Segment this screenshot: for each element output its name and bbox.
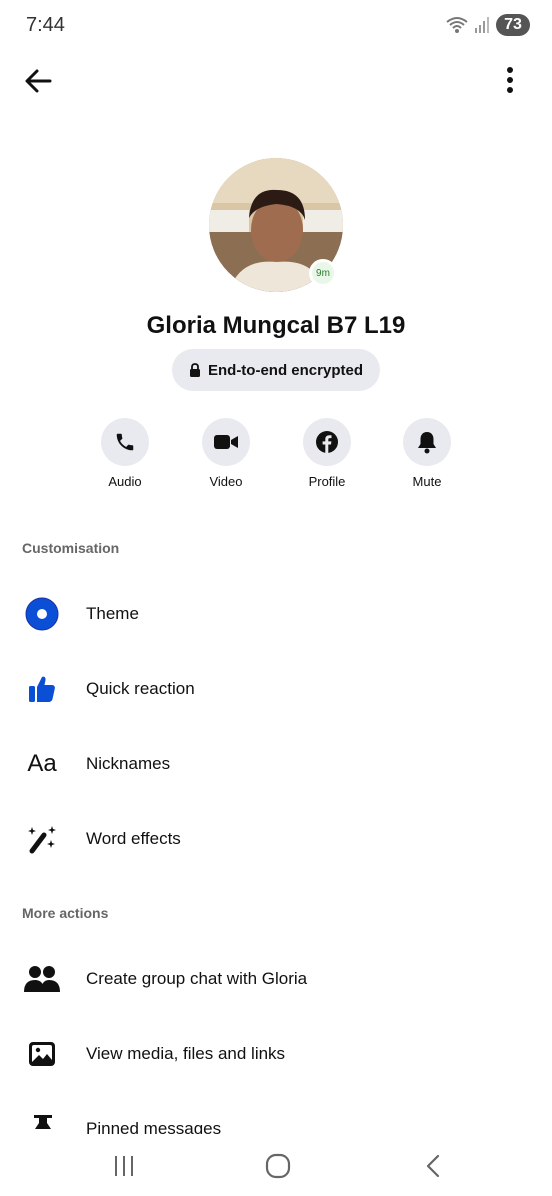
thumbs-up-icon [29,676,55,702]
back-button[interactable] [20,63,56,99]
status-icons: 73 [446,14,530,36]
mute-circle [403,418,451,466]
profile-label: Profile [308,474,346,489]
view-media-icon-wrap [22,1036,62,1072]
menu-item-word-effects[interactable]: Word effects [0,809,552,869]
contact-name: Gloria Mungcal B7 L19 [146,312,406,339]
theme-label: Theme [86,604,139,623]
battery-level: 73 [496,14,530,36]
encryption-label: End-to-end encrypted [207,361,363,379]
nicknames-label: Nicknames [86,754,171,773]
video-camera-icon [214,435,238,449]
recent-apps-button[interactable] [104,1150,144,1182]
mute-label: Mute [412,474,442,489]
quick-reaction-icon-wrap [22,671,62,707]
video-label: Video [209,474,243,489]
image-icon [29,1042,55,1066]
bell-icon [418,432,436,454]
word-effects-label: Word effects [86,829,181,848]
facebook-icon [316,431,338,453]
word-effects-icon-wrap [22,821,62,857]
create-group-label: Create group chat with Gloria [86,969,308,988]
encryption-pill[interactable]: End-to-end encrypted [172,349,380,391]
signal-icon [475,17,489,33]
top-bar [0,55,552,107]
system-nav-bar [0,1136,552,1196]
menu-item-pinned-messages[interactable]: Pinned messages [0,1110,552,1134]
status-time: 7:44 [26,14,65,36]
view-media-label: View media, files and links [86,1044,286,1063]
mute-button[interactable]: Mute [377,418,477,489]
status-bar: 7:44 73 [0,0,552,52]
more-vertical-icon [507,67,513,93]
system-back-button[interactable] [413,1150,453,1182]
menu-item-nicknames[interactable]: Aa Nicknames [0,734,552,794]
pin-icon [34,1115,52,1129]
menu-item-quick-reaction[interactable]: Quick reaction [0,659,552,719]
video-call-circle [202,418,250,466]
more-actions-header: More actions [22,905,109,921]
magic-wand-icon [28,826,56,854]
menu-item-create-group[interactable]: Create group chat with Gloria [0,949,552,1009]
create-group-icon-wrap [22,961,62,997]
home-icon [265,1153,291,1179]
text-aa-icon: Aa [27,750,57,777]
audio-call-circle [101,418,149,466]
arrow-left-icon [25,69,52,93]
lock-icon [189,363,200,377]
nicknames-icon-wrap: Aa [22,746,62,782]
phone-icon [116,433,134,451]
menu-item-theme[interactable]: Theme [0,584,552,644]
profile-button[interactable]: Profile [277,418,377,489]
theme-icon [25,597,59,631]
pin-icon-wrap [32,1113,54,1134]
theme-icon-wrap [22,596,62,632]
chevron-left-icon [426,1154,440,1178]
customisation-header: Customisation [22,540,120,556]
menu-item-view-media[interactable]: View media, files and links [0,1024,552,1084]
quick-reaction-label: Quick reaction [86,679,195,698]
pinned-messages-label: Pinned messages [86,1119,222,1134]
more-options-button[interactable] [500,65,520,97]
audio-call-button[interactable]: Audio [75,418,175,489]
active-status-badge: 9m [309,259,337,287]
audio-label: Audio [108,474,142,489]
wifi-icon [446,17,468,33]
recent-apps-icon [115,1156,133,1176]
video-call-button[interactable]: Video [176,418,276,489]
profile-circle [303,418,351,466]
home-button[interactable] [258,1150,298,1182]
people-icon [24,966,60,992]
